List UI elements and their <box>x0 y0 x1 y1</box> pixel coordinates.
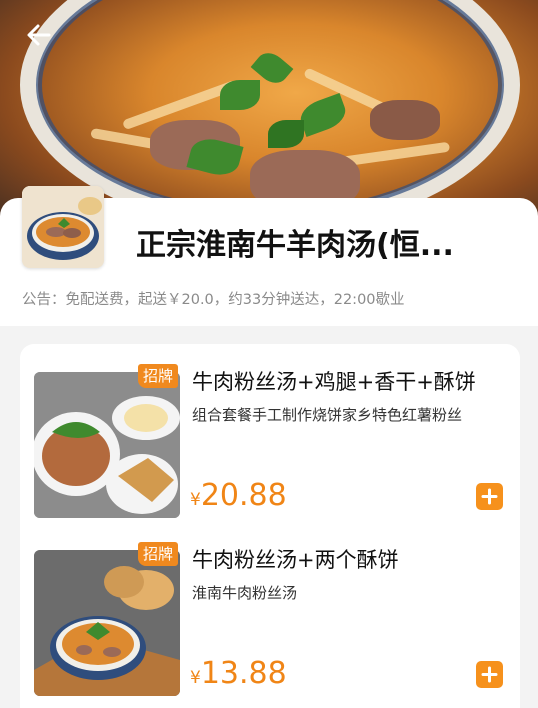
price-value: 13.88 <box>200 656 287 691</box>
shop-logo <box>22 186 104 268</box>
arrow-left-icon[interactable] <box>22 18 56 52</box>
item-image <box>34 550 180 696</box>
item-price: ¥13.88 <box>190 656 287 691</box>
shop-name: 正宗淮南牛羊肉汤(恒... <box>136 228 454 263</box>
plus-icon[interactable] <box>476 661 503 688</box>
plus-icon[interactable] <box>476 483 503 510</box>
item-price: ¥20.88 <box>190 478 287 513</box>
item-description: 淮南牛肉粉丝汤 <box>192 584 298 602</box>
signature-badge: 招牌 <box>138 364 179 388</box>
item-description: 组合套餐手工制作烧饼家乡特色红薯粉丝 <box>192 406 463 424</box>
herb-leaf <box>268 120 304 148</box>
item-title: 牛肉粉丝汤+两个酥饼 <box>192 548 399 572</box>
currency-symbol: ¥ <box>190 490 201 510</box>
shop-info-card: 正宗淮南牛羊肉汤(恒... 公告：免配送费，起送￥20.0，约33分钟送达，22… <box>0 186 538 326</box>
item-image <box>34 372 180 518</box>
shop-notice: 公告：免配送费，起送￥20.0，约33分钟送达，22:00歇业 <box>22 292 405 308</box>
signature-badge: 招牌 <box>138 542 179 566</box>
menu-item[interactable]: 招牌 牛肉粉丝汤+鸡腿+香干+酥饼 组合套餐手工制作烧饼家乡特色红薯粉丝 ¥20… <box>20 344 520 518</box>
price-value: 20.88 <box>200 478 287 513</box>
menu-list: 招牌 牛肉粉丝汤+鸡腿+香干+酥饼 组合套餐手工制作烧饼家乡特色红薯粉丝 ¥20… <box>20 344 520 708</box>
menu-item[interactable]: 招牌 牛肉粉丝汤+两个酥饼 淮南牛肉粉丝汤 ¥13.88 <box>20 522 520 696</box>
currency-symbol: ¥ <box>190 668 201 688</box>
item-title: 牛肉粉丝汤+鸡腿+香干+酥饼 <box>192 370 476 394</box>
beef-slice <box>370 100 440 140</box>
herb-leaf <box>220 80 260 110</box>
